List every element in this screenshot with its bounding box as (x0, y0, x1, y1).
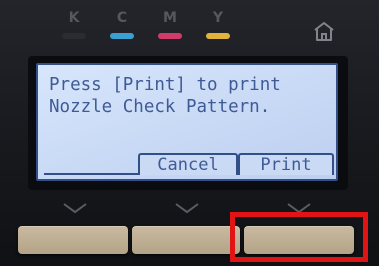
print-softkey[interactable]: Print (238, 153, 334, 175)
printer-control-panel: K C M Y Press [Print] to print Nozzle Ch… (0, 0, 379, 266)
ink-letter: K (68, 10, 80, 26)
middle-function-button[interactable] (132, 226, 240, 254)
ink-indicator-yellow: Y (203, 10, 233, 39)
ink-led (110, 33, 134, 39)
lcd-message-line-1: Press [Print] to print (49, 75, 281, 95)
chevron-down-icon (63, 203, 87, 214)
lcd-screen: Press [Print] to print Nozzle Check Patt… (36, 63, 338, 181)
ink-letter: M (163, 10, 177, 26)
left-function-button[interactable] (18, 226, 128, 254)
chevron-down-icon (175, 203, 199, 214)
home-icon[interactable] (312, 20, 336, 42)
cancel-softkey[interactable]: Cancel (138, 153, 238, 175)
ink-indicator-cyan: C (107, 10, 137, 39)
ink-letter: Y (212, 10, 224, 26)
ink-letter: C (116, 10, 128, 26)
ink-indicator-magenta: M (155, 10, 185, 39)
ink-led (206, 33, 230, 39)
lcd-message-line-2: Nozzle Check Pattern. (49, 97, 271, 117)
ink-indicator-black: K (59, 10, 89, 39)
highlight-box (230, 212, 368, 262)
ink-led (62, 33, 86, 39)
ink-led (158, 33, 182, 39)
